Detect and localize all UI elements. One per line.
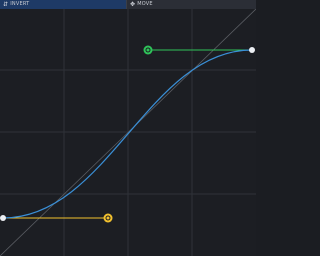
curve-editor: ⇵ INVERT ✥ MOVE — [0, 0, 256, 256]
move-button[interactable]: ✥ MOVE — [127, 0, 256, 9]
end-control-handle[interactable] — [143, 45, 153, 55]
move-label: MOVE — [137, 1, 153, 7]
end-point[interactable] — [249, 47, 255, 53]
curve-canvas[interactable] — [0, 9, 256, 256]
start-point[interactable] — [0, 215, 6, 221]
invert-label: INVERT — [10, 1, 30, 7]
swap-vertical-icon: ⇵ — [3, 1, 9, 8]
invert-button[interactable]: ⇵ INVERT — [0, 0, 127, 9]
start-control-handle[interactable] — [103, 213, 113, 223]
toolbar: ⇵ INVERT ✥ MOVE — [0, 0, 256, 9]
move-arrows-icon: ✥ — [130, 1, 136, 8]
